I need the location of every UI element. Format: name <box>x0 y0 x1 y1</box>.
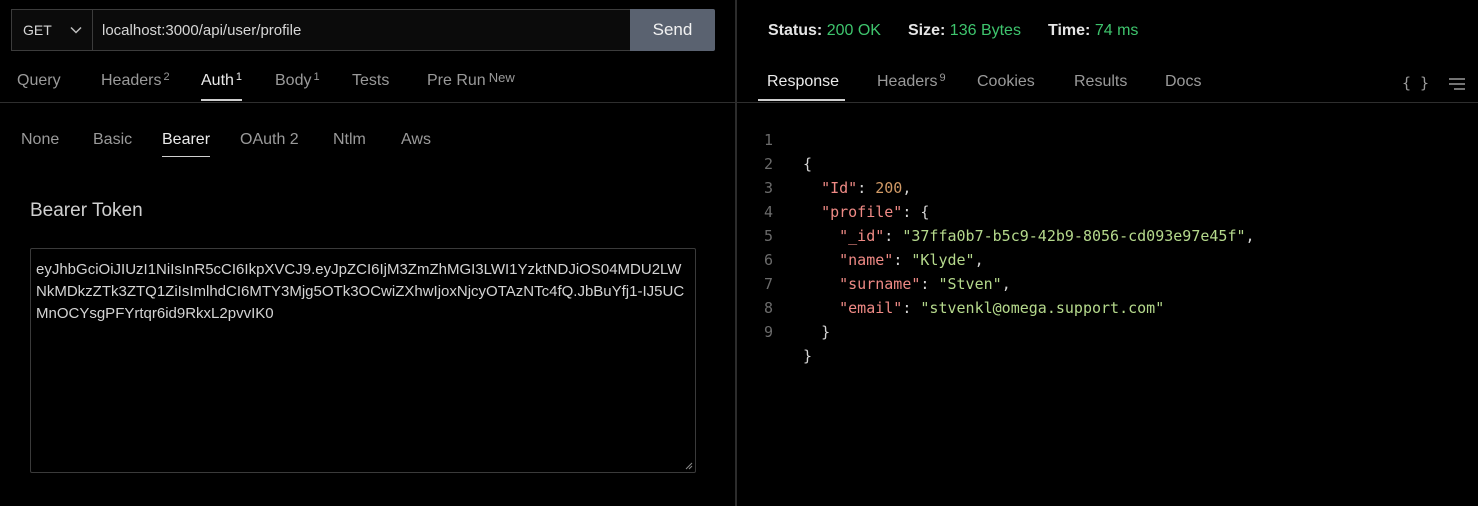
method-select[interactable]: GET <box>11 9 93 51</box>
code-line: 3 "profile": { <box>737 152 1478 221</box>
response-tab-headers[interactable]: Headers 9 <box>877 72 946 91</box>
size-indicator: Size: 136 Bytes <box>908 22 1021 40</box>
code-line: 9 } <box>737 296 1478 365</box>
tab-label: Query <box>17 72 61 89</box>
auth-tab-label: Bearer <box>162 131 211 148</box>
size-value: 136 Bytes <box>949 22 1021 39</box>
size-label: Size: <box>908 22 946 39</box>
json-brace: } <box>821 323 831 341</box>
tab-label: Docs <box>1165 73 1202 90</box>
response-tab-response[interactable]: Response <box>757 73 846 101</box>
tab-label: Tests <box>352 72 390 89</box>
tab-label: Results <box>1074 73 1128 90</box>
tab-query[interactable]: Query <box>17 72 61 90</box>
code-line: 7 "email": "stvenkl@omega.support.com" <box>737 248 1478 317</box>
response-tab-results[interactable]: Results <box>1074 73 1127 91</box>
tab-count: 1 <box>235 71 243 83</box>
tab-body[interactable]: Body 1 <box>275 71 320 90</box>
url-value: localhost:3000/api/user/profile <box>102 21 302 39</box>
method-value: GET <box>23 22 52 38</box>
tab-label: Auth <box>201 72 234 89</box>
status-indicator: Status: 200 OK <box>768 22 881 40</box>
auth-tab-bearer[interactable]: Bearer <box>162 131 211 157</box>
tabs-divider <box>0 102 735 103</box>
chevron-down-icon <box>70 26 82 34</box>
time-label: Time: <box>1048 22 1091 39</box>
tab-badge-new: New <box>488 70 515 85</box>
url-input[interactable]: localhost:3000/api/user/profile <box>92 9 631 51</box>
menu-icon[interactable] <box>1448 77 1466 91</box>
tab-label: Body <box>275 72 312 89</box>
tab-label: Cookies <box>977 73 1035 90</box>
auth-tab-aws[interactable]: Aws <box>401 131 431 149</box>
json-brace: } <box>803 347 813 365</box>
response-tabs-divider <box>737 102 1478 103</box>
code-line: 4 "_id": "37ffa0b7-b5c9-42b9-8056-cd093e… <box>737 176 1478 245</box>
tab-tests[interactable]: Tests <box>352 72 389 90</box>
code-line: 1 { <box>737 104 1478 173</box>
auth-tab-basic[interactable]: Basic <box>93 131 132 149</box>
status-label: Status: <box>768 22 823 39</box>
response-body[interactable]: 1 { 2 "Id": 200, 3 "profile": { 4 "_id":… <box>737 104 1478 365</box>
tab-count: 1 <box>313 71 320 83</box>
response-tab-docs[interactable]: Docs <box>1165 73 1201 91</box>
auth-tab-none[interactable]: None <box>21 131 59 149</box>
code-line: 5 "name": "Klyde", <box>737 200 1478 269</box>
auth-tab-label: Ntlm <box>333 131 366 148</box>
line-number: 9 <box>763 323 773 341</box>
response-tab-cookies[interactable]: Cookies <box>977 73 1035 91</box>
status-value: 200 OK <box>826 22 881 39</box>
tab-label: Response <box>767 73 840 90</box>
tab-count: 2 <box>163 71 170 83</box>
resize-handle-icon[interactable] <box>684 461 693 470</box>
tab-pre-run[interactable]: Pre Run New <box>427 70 515 90</box>
tab-label: Headers <box>101 72 162 89</box>
send-button[interactable]: Send <box>630 9 715 51</box>
code-line: 2 "Id": 200, <box>737 128 1478 197</box>
auth-tab-ntlm[interactable]: Ntlm <box>333 131 366 149</box>
code-line: 8 } <box>737 272 1478 341</box>
auth-tab-label: OAuth 2 <box>240 131 299 148</box>
auth-tab-label: Basic <box>93 131 133 148</box>
auth-tab-label: None <box>21 131 60 148</box>
time-value: 74 ms <box>1094 22 1139 39</box>
time-indicator: Time: 74 ms <box>1048 22 1138 40</box>
bearer-token-label: Bearer Token <box>30 200 143 221</box>
tab-label: Headers <box>877 73 938 90</box>
bearer-token-textarea[interactable]: eyJhbGciOiJIUzI1NiIsInR5cCI6IkpXVCJ9.eyJ… <box>30 248 696 473</box>
tab-headers[interactable]: Headers 2 <box>101 71 170 90</box>
auth-tab-label: Aws <box>401 131 431 148</box>
tab-auth[interactable]: Auth 1 <box>201 71 243 101</box>
code-line: 6 "surname": "Stven", <box>737 224 1478 293</box>
tab-count: 9 <box>939 72 946 84</box>
auth-tab-oauth2[interactable]: OAuth 2 <box>240 131 299 149</box>
format-json-icon[interactable]: { } <box>1402 74 1429 92</box>
bearer-token-value: eyJhbGciOiJIUzI1NiIsInR5cCI6IkpXVCJ9.eyJ… <box>36 261 685 322</box>
tab-label: Pre Run <box>427 72 486 89</box>
